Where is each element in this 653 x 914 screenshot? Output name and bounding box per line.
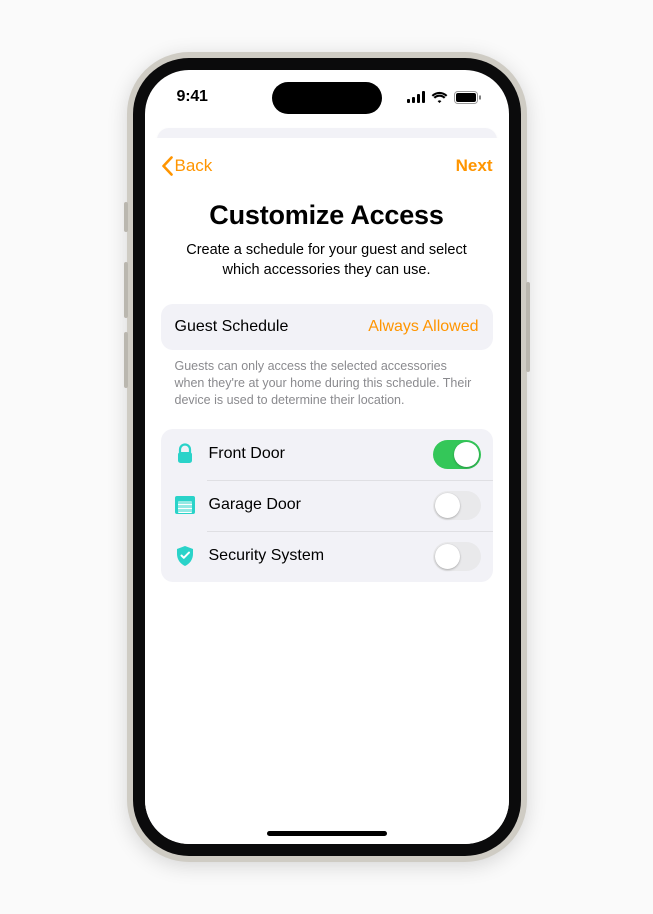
wifi-icon (431, 91, 448, 103)
volume-up-button (124, 262, 128, 318)
device-bezel: 9:41 Back (133, 58, 521, 856)
garage-icon (173, 493, 197, 517)
accessory-toggle[interactable] (433, 440, 481, 469)
back-button[interactable]: Back (161, 156, 213, 176)
accessory-row: Front Door (161, 429, 493, 480)
accessory-label: Garage Door (209, 496, 433, 514)
status-time: 9:41 (177, 88, 208, 106)
accessory-toggle[interactable] (433, 542, 481, 571)
guest-schedule-footnote: Guests can only access the selected acce… (161, 358, 493, 409)
volume-down-button (124, 332, 128, 388)
chevron-left-icon (161, 156, 173, 176)
power-button (526, 282, 530, 372)
iphone-device-frame: 9:41 Back (127, 52, 527, 862)
cellular-icon (407, 91, 425, 103)
accessory-label: Front Door (209, 445, 433, 463)
status-icons (407, 91, 481, 104)
sheet: Back Next Customize Access Create a sche… (145, 138, 509, 844)
silence-switch (124, 202, 128, 232)
accessory-row: Security System (161, 531, 493, 582)
shield-icon (173, 544, 197, 568)
accessory-toggle[interactable] (433, 491, 481, 520)
home-indicator[interactable] (267, 831, 387, 836)
accessory-row: Garage Door (161, 480, 493, 531)
page-title: Customize Access (161, 200, 493, 231)
dynamic-island (272, 82, 382, 114)
screen: 9:41 Back (145, 70, 509, 844)
nav-bar: Back Next (161, 150, 493, 182)
next-button[interactable]: Next (456, 156, 493, 176)
guest-schedule-label: Guest Schedule (175, 318, 289, 336)
guest-schedule-row[interactable]: Guest Schedule Always Allowed (161, 304, 493, 350)
back-label: Back (175, 156, 213, 176)
accessory-list: Front Door Garage Door Security System (161, 429, 493, 582)
battery-icon (454, 91, 481, 104)
lock-icon (173, 442, 197, 466)
guest-schedule-value: Always Allowed (368, 318, 478, 336)
accessory-label: Security System (209, 547, 433, 565)
page-subtitle: Create a schedule for your guest and sel… (172, 241, 482, 280)
